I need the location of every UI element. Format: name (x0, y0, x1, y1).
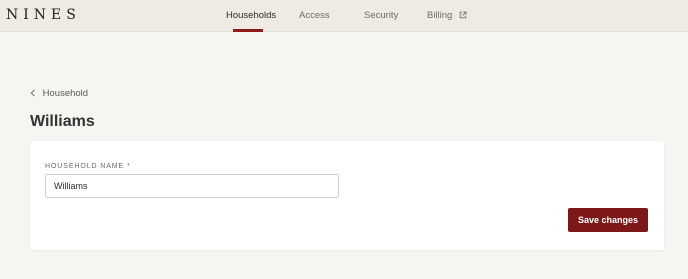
chevron-left-icon (30, 89, 35, 97)
breadcrumb-back-link[interactable]: Household (30, 88, 88, 99)
household-settings-card: HOUSEHOLD NAME * Save changes (30, 141, 664, 250)
save-changes-button[interactable]: Save changes (568, 208, 648, 232)
nav-tab-billing-label: Billing (427, 10, 453, 21)
nines-logo[interactable]: NINES (6, 7, 81, 23)
household-name-label: HOUSEHOLD NAME * (45, 163, 131, 170)
nav-tab-access[interactable]: Access (299, 10, 330, 21)
page-title: Williams (30, 113, 95, 130)
household-name-input[interactable] (45, 174, 339, 198)
active-tab-indicator (233, 29, 263, 32)
nav-tab-billing[interactable]: Billing (427, 10, 467, 21)
top-navigation-bar: NINES Households Access Security Billing (0, 0, 688, 32)
nav-tab-households[interactable]: Households (226, 10, 276, 21)
breadcrumb-label: Household (42, 88, 89, 99)
nav-tab-security[interactable]: Security (364, 10, 398, 21)
external-link-icon (459, 11, 467, 19)
